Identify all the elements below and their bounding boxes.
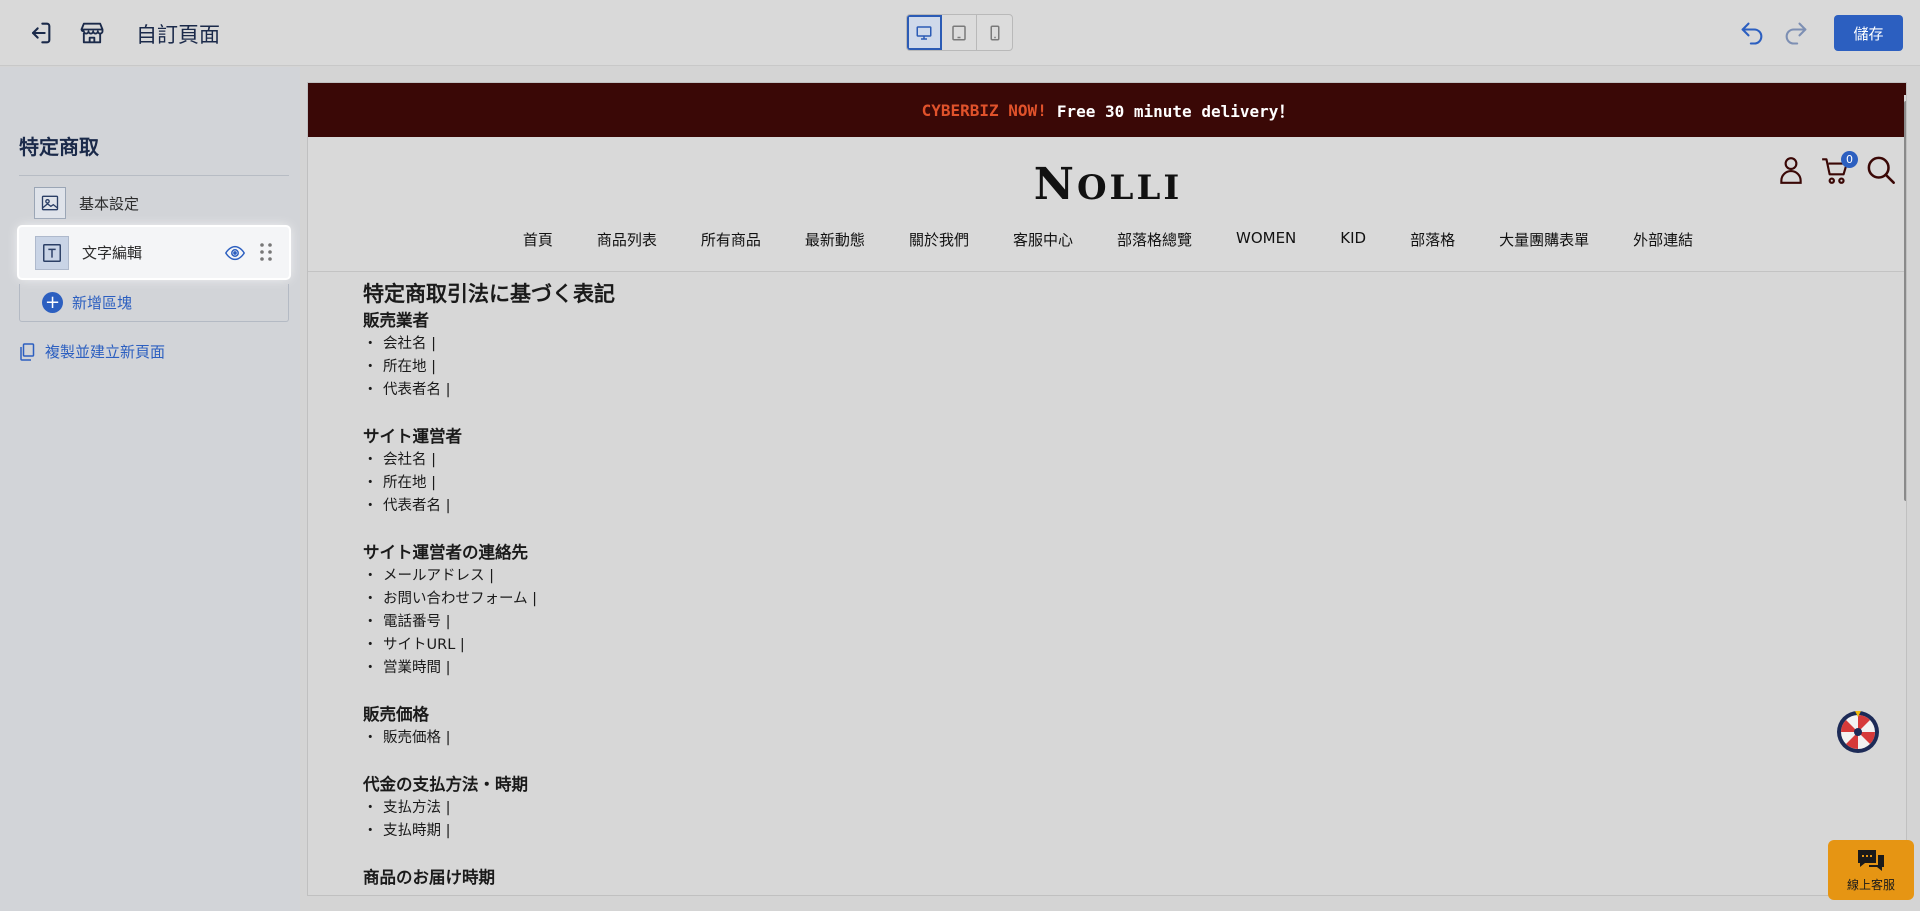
section-title: サイト運営者の連絡先 (363, 543, 528, 562)
page-content: 特定商取引法に基づく表記 販売業者 会社名 | 所在地 | 代表者名 | サイト… (363, 273, 1763, 895)
nav-item-about[interactable]: 關於我們 (909, 229, 969, 250)
announcement-text: Free 30 minute delivery！ (1056, 102, 1295, 121)
text-editor-label: 文字編輯 (82, 244, 143, 262)
section-title: 販売業者 (363, 311, 429, 330)
section-title: サイト運営者 (363, 427, 462, 446)
mobile-icon (990, 25, 999, 40)
list-item: 支払方法 | (363, 797, 1763, 820)
scrollbar-thumb[interactable] (1904, 101, 1906, 501)
page-title: 自訂頁面 (136, 23, 220, 47)
nav-item-kid[interactable]: KID (1340, 229, 1366, 250)
list-item: 販売価格 | (363, 727, 1763, 750)
site-header: NOLLI 0 首頁 商品列表 所有商品 最新動態 關於我們 客服中心 部落格總… (308, 137, 1906, 272)
nav-item-women[interactable]: WOMEN (1236, 229, 1296, 250)
editor-toolbar: 自訂頁面 儲存 (0, 0, 1920, 66)
text-block-icon (35, 235, 69, 270)
site-nav: 首頁 商品列表 所有商品 最新動態 關於我們 客服中心 部落格總覽 WOMEN … (308, 229, 1906, 250)
cart-icon[interactable]: 0 (1821, 151, 1858, 189)
chat-bubble-icon (1858, 849, 1884, 871)
list-item: 代表者名 | (363, 379, 1763, 402)
copy-page-link[interactable]: 複製並建立新頁面 (19, 341, 165, 362)
logo-rest: OLLI (1076, 168, 1183, 208)
announcement-bar[interactable]: CYBERBIZ NOW! Free 30 minute delivery！ (308, 83, 1906, 137)
section-operator-contact: サイト運営者の連絡先 メールアドレス | お問い合わせフォーム | 電話番号 |… (363, 541, 1763, 680)
device-switcher (906, 14, 1013, 51)
list-item: お問い合わせフォーム | (363, 588, 1763, 611)
list-item: 電話番号 | (363, 611, 1763, 634)
redo-icon[interactable] (1780, 17, 1812, 49)
nav-item-all-products[interactable]: 所有商品 (701, 229, 761, 250)
section-title: 商品のお届け時期 (363, 868, 495, 887)
tablet-view-button[interactable] (942, 15, 977, 50)
add-block-button[interactable]: + 新增區塊 (19, 284, 289, 322)
drag-handle-icon[interactable] (259, 240, 273, 268)
nav-item-bulk-order[interactable]: 大量團購表單 (1499, 229, 1589, 250)
section-payment: 代金の支払方法・時期 支払方法 | 支払時期 | (363, 773, 1763, 843)
page-preview: CYBERBIZ NOW! Free 30 minute delivery！ N… (307, 82, 1907, 896)
nav-item-blog-overview[interactable]: 部落格總覽 (1117, 229, 1192, 250)
desktop-icon (916, 25, 932, 40)
image-icon (34, 187, 66, 219)
nav-item-support[interactable]: 客服中心 (1013, 229, 1073, 250)
live-chat-button[interactable]: 線上客服 (1828, 840, 1914, 900)
section-delivery: 商品のお届け時期 (363, 866, 1763, 890)
nav-item-news[interactable]: 最新動態 (805, 229, 865, 250)
save-button[interactable]: 儲存 (1834, 15, 1903, 51)
list-item: メールアドレス | (363, 565, 1763, 588)
nav-item-product-list[interactable]: 商品列表 (597, 229, 657, 250)
nav-item-home[interactable]: 首頁 (523, 229, 553, 250)
prize-wheel-icon (1837, 711, 1879, 753)
text-editor-block[interactable]: 文字編輯 (19, 227, 289, 278)
exit-icon[interactable] (24, 17, 56, 49)
list-item: 所在地 | (363, 356, 1763, 379)
section-site-operator: サイト運営者 会社名 | 所在地 | 代表者名 | (363, 425, 1763, 518)
block-sidebar: 特定商取 基本設定 文字編輯 + 新增區塊 複製並建立新頁面 (0, 67, 300, 911)
account-icon[interactable] (1778, 155, 1804, 189)
list-item: 営業時間 | (363, 657, 1763, 680)
site-logo[interactable]: NOLLI (308, 159, 1906, 210)
nav-item-blog[interactable]: 部落格 (1410, 229, 1455, 250)
page-heading: 特定商取引法に基づく表記 (363, 282, 615, 306)
mobile-view-button[interactable] (977, 15, 1012, 50)
undo-icon[interactable] (1736, 17, 1768, 49)
eye-icon[interactable] (224, 242, 246, 268)
lucky-wheel-widget[interactable] (1836, 710, 1880, 754)
basic-settings-item[interactable]: 基本設定 (34, 183, 139, 223)
cart-count-badge: 0 (1841, 151, 1858, 168)
list-item: 会社名 | (363, 449, 1763, 472)
basic-settings-label: 基本設定 (79, 194, 140, 213)
plus-icon: + (42, 292, 63, 313)
section-seller: 販売業者 会社名 | 所在地 | 代表者名 | (363, 309, 1763, 402)
list-item: 代表者名 | (363, 495, 1763, 518)
list-item: 会社名 | (363, 333, 1763, 356)
list-item: 支払時期 | (363, 820, 1763, 843)
section-sales-price: 販売価格 販売価格 | (363, 703, 1763, 750)
live-chat-label: 線上客服 (1846, 877, 1895, 892)
section-title: 代金の支払方法・時期 (363, 775, 528, 794)
sidebar-divider (19, 175, 289, 176)
tablet-icon (952, 25, 966, 40)
logo-initial: N (1033, 159, 1077, 210)
search-icon[interactable] (1866, 155, 1896, 189)
section-title: 販売価格 (363, 705, 429, 724)
storefront-icon[interactable] (76, 17, 108, 49)
copy-page-label: 複製並建立新頁面 (45, 343, 166, 361)
preview-scrollbar[interactable] (1904, 83, 1906, 895)
copy-icon (20, 342, 35, 361)
add-block-label: 新增區塊 (72, 294, 133, 312)
list-item: 所在地 | (363, 472, 1763, 495)
desktop-view-button[interactable] (907, 15, 942, 50)
announcement-brand: CYBERBIZ NOW! (921, 100, 1047, 120)
sidebar-title: 特定商取 (19, 135, 99, 159)
list-item: サイトURL | (363, 634, 1763, 657)
nav-item-external-links[interactable]: 外部連結 (1633, 229, 1693, 250)
